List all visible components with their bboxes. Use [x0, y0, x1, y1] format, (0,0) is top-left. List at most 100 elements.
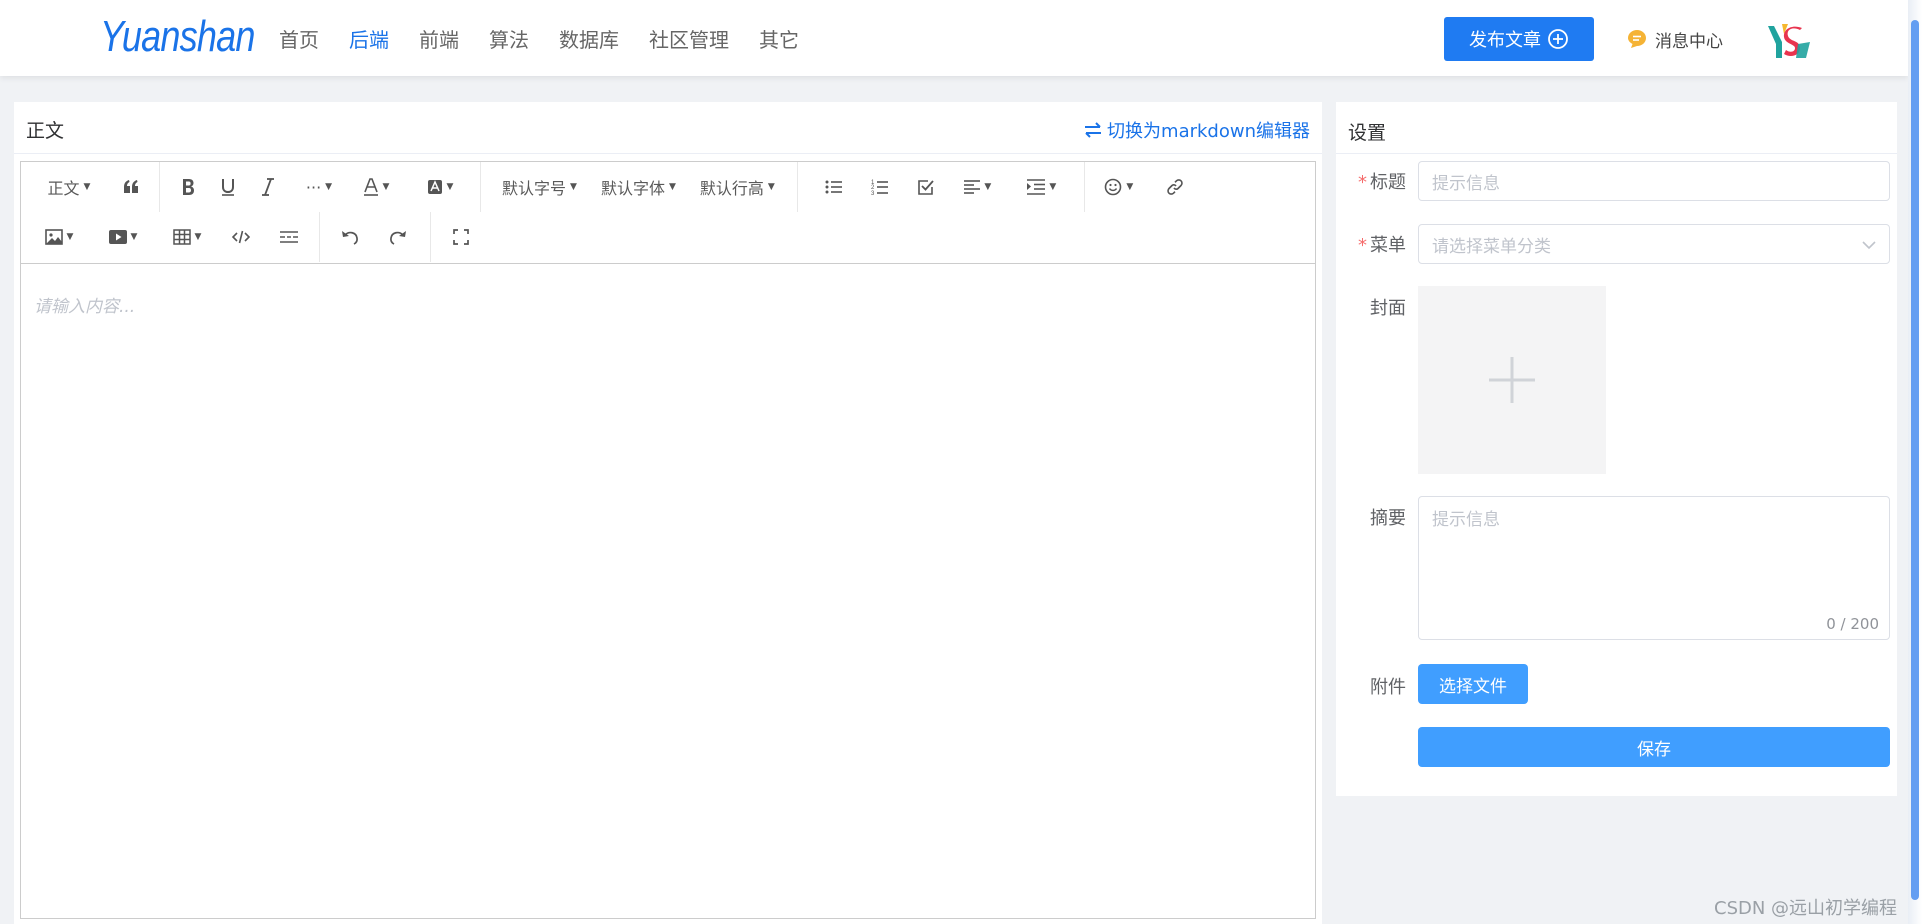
todo-checkbox-button[interactable]	[906, 169, 946, 205]
background-color-dropdown[interactable]: ▼	[420, 169, 460, 205]
background-color-icon	[427, 180, 442, 194]
quote-button[interactable]	[113, 169, 149, 205]
required-asterisk: *	[1358, 172, 1367, 193]
plus-circle-icon	[1548, 29, 1568, 49]
undo-button[interactable]	[330, 219, 370, 255]
caret-down-icon: ▼	[1126, 182, 1134, 192]
numbered-list-button[interactable]: 123	[860, 169, 900, 205]
summary-char-counter: 0 / 200	[1826, 615, 1879, 633]
title-input[interactable]: 提示信息	[1418, 161, 1890, 201]
menu-select-placeholder: 请选择菜单分类	[1432, 236, 1551, 257]
editor-toolbar: 正文 ▼ ··· ▼ ▼ ▼ 默认字号 ▼ 默认字体 ▼ 默认行高 ▼ 1 2 …	[21, 162, 1315, 264]
caret-down-icon: ▼	[767, 182, 775, 192]
nav-item-database[interactable]: 数据库	[559, 24, 619, 53]
publish-article-button[interactable]: 发布文章	[1444, 17, 1594, 61]
video-dropdown[interactable]: ▼	[103, 219, 143, 255]
caret-down-icon: ▼	[984, 182, 992, 192]
page-scrollbar-thumb[interactable]	[1911, 20, 1919, 900]
link-icon	[1167, 179, 1183, 195]
publish-label: 发布文章	[1469, 30, 1541, 51]
user-avatar[interactable]	[1760, 20, 1812, 64]
chevron-down-icon	[1862, 241, 1876, 250]
swap-icon	[1085, 122, 1102, 138]
settings-card-header: 设置	[1336, 102, 1897, 154]
more-styles-dropdown[interactable]: ··· ▼	[296, 169, 342, 205]
bold-button[interactable]	[168, 169, 208, 205]
font-color-dropdown[interactable]: ▼	[356, 169, 396, 205]
nav-item-other[interactable]: 其它	[759, 24, 799, 53]
redo-icon	[390, 231, 406, 245]
code-icon	[232, 230, 250, 244]
align-dropdown[interactable]: ▼	[958, 169, 998, 205]
cover-upload-box[interactable]	[1418, 286, 1606, 474]
nav-item-frontend[interactable]: 前端	[419, 24, 459, 53]
emoji-icon	[1105, 178, 1122, 196]
nav-item-home[interactable]: 首页	[279, 24, 319, 53]
editor-placeholder[interactable]: 请输入内容...	[34, 292, 135, 317]
font-size-dropdown[interactable]: 默认字号 ▼	[502, 169, 577, 205]
toolbar-row-2: ▼ ▼ ▼	[21, 212, 481, 262]
toolbar-divider	[480, 162, 481, 212]
emoji-dropdown[interactable]: ▼	[1099, 169, 1139, 205]
cover-field-label: 封面	[1370, 298, 1406, 319]
toolbar-divider	[159, 162, 160, 212]
menu-field-label: * 菜单	[1336, 231, 1406, 257]
caret-down-icon: ▼	[66, 232, 74, 242]
toolbar-row-1: 正文 ▼ ··· ▼ ▼ ▼ 默认字号 ▼ 默认字体 ▼ 默认行高 ▼ 1 2 …	[21, 162, 1195, 212]
menu-label-text: 菜单	[1370, 235, 1406, 256]
main-nav: 首页 后端 前端 算法 数据库 社区管理 其它	[279, 0, 829, 76]
image-icon	[44, 229, 63, 245]
title-label-text: 标题	[1370, 172, 1406, 193]
line-height-dropdown[interactable]: 默认行高 ▼	[700, 169, 775, 205]
caret-down-icon: ▼	[570, 182, 577, 192]
bold-icon	[183, 179, 194, 195]
switch-markdown-link[interactable]: 切换为markdown编辑器	[1083, 117, 1310, 143]
settings-title: 设置	[1348, 122, 1387, 144]
editor-card: 正文 切换为markdown编辑器 正文 ▼ ··· ▼ ▼ ▼ 默认字号 ▼ …	[14, 102, 1322, 924]
caret-down-icon: ▼	[325, 182, 333, 192]
bullet-list-icon	[825, 180, 842, 194]
caret-down-icon: ▼	[446, 182, 454, 192]
italic-button[interactable]	[248, 169, 288, 205]
image-dropdown[interactable]: ▼	[39, 219, 79, 255]
logo[interactable]: Yuanshan	[100, 12, 255, 62]
table-dropdown[interactable]: ▼	[167, 219, 207, 255]
bullet-list-button[interactable]	[814, 169, 854, 205]
attachment-field-label: 附件	[1370, 677, 1406, 698]
underline-icon	[222, 179, 234, 196]
heading-dropdown[interactable]: 正文 ▼	[39, 169, 99, 205]
table-icon	[172, 229, 191, 245]
title-input-placeholder: 提示信息	[1432, 173, 1500, 194]
nav-item-algorithm[interactable]: 算法	[489, 24, 529, 53]
save-button[interactable]: 保存	[1418, 727, 1890, 767]
font-family-dropdown[interactable]: 默认字体 ▼	[601, 169, 676, 205]
font-family-label: 默认字体	[600, 179, 665, 198]
select-file-button[interactable]: 选择文件	[1418, 664, 1528, 704]
underline-button[interactable]	[208, 169, 248, 205]
divider-line-button[interactable]	[269, 219, 309, 255]
menu-category-select[interactable]: 请选择菜单分类	[1418, 224, 1890, 264]
horizontal-rule-icon	[280, 231, 298, 243]
fullscreen-button[interactable]	[441, 219, 481, 255]
indent-dropdown[interactable]: ▼	[1022, 169, 1062, 205]
chat-bubble-icon	[1628, 30, 1646, 48]
nav-item-backend[interactable]: 后端	[349, 24, 389, 53]
redo-button[interactable]	[378, 219, 418, 255]
rich-text-editor: 正文 ▼ ··· ▼ ▼ ▼ 默认字号 ▼ 默认字体 ▼ 默认行高 ▼ 1 2 …	[20, 161, 1316, 919]
align-left-icon	[964, 180, 981, 194]
summary-placeholder: 提示信息	[1432, 510, 1500, 530]
watermark: CSDN @远山初学编程	[1714, 898, 1898, 919]
summary-field-label: 摘要	[1370, 508, 1406, 529]
message-center-link[interactable]: 消息中心	[1626, 24, 1723, 54]
link-button[interactable]	[1155, 169, 1195, 205]
svg-text:3: 3	[871, 191, 875, 196]
code-button[interactable]	[221, 219, 261, 255]
caret-down-icon: ▼	[130, 232, 138, 242]
summary-textarea[interactable]: 提示信息 0 / 200	[1418, 496, 1890, 640]
toolbar-divider	[319, 212, 320, 262]
video-icon	[108, 230, 127, 244]
toolbar-divider	[796, 162, 798, 212]
caret-down-icon: ▼	[382, 182, 390, 192]
font-color-icon	[363, 178, 378, 196]
nav-item-community[interactable]: 社区管理	[649, 24, 729, 53]
